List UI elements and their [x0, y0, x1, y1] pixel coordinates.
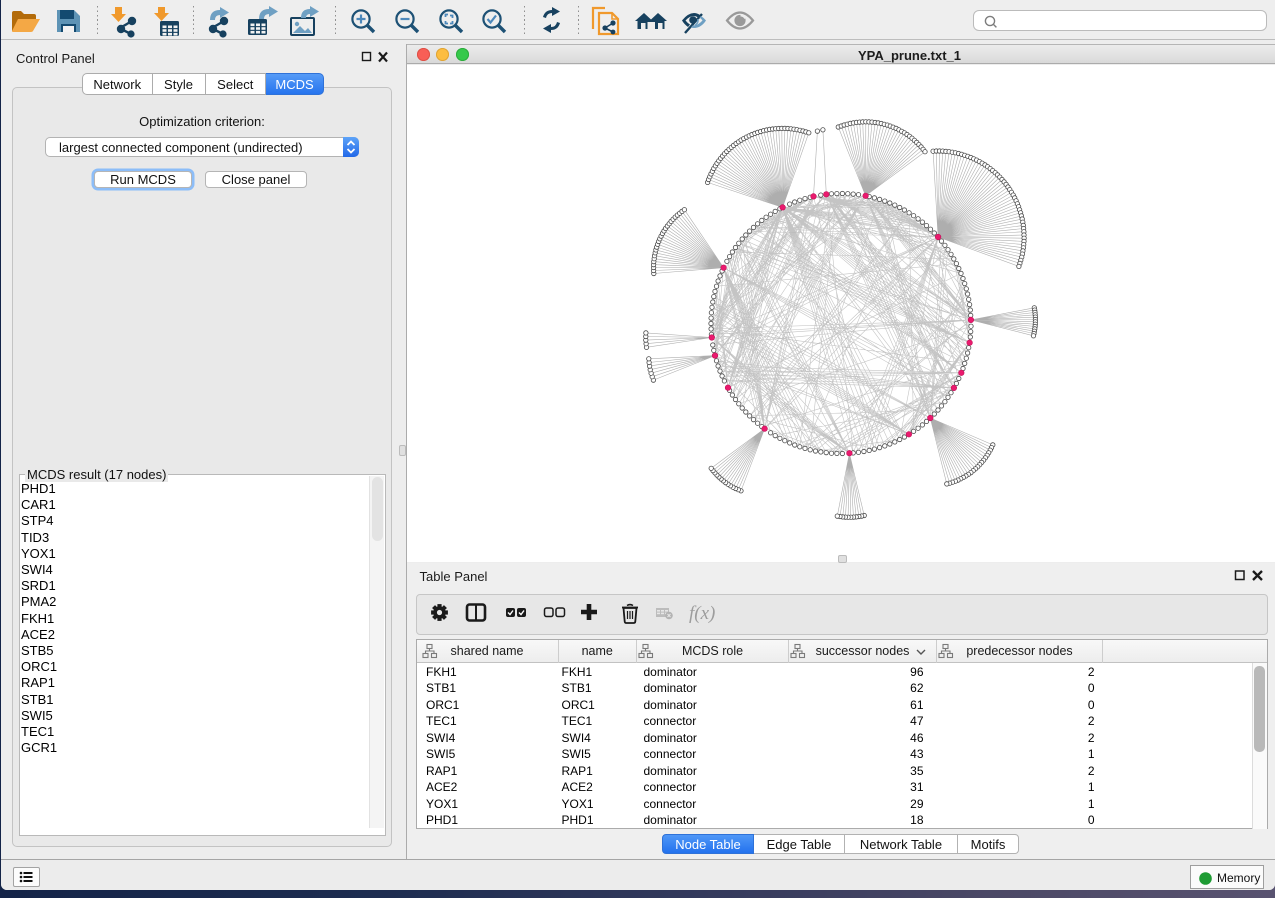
- svg-text:f(x): f(x): [689, 603, 715, 624]
